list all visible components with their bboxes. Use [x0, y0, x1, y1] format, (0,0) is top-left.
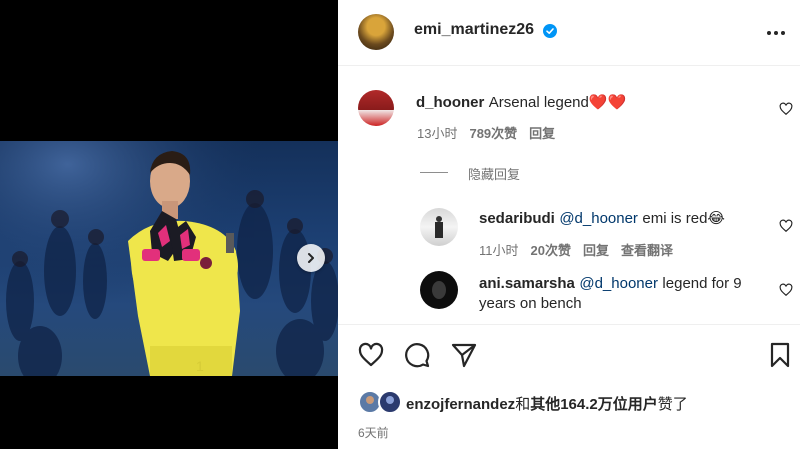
post-header: emi_martinez26 [338, 0, 800, 66]
media-panel: 1 [0, 0, 338, 449]
actions-divider [338, 324, 800, 325]
reply-like-heart-icon[interactable] [779, 283, 793, 297]
reply: sedaribudi @d_hooner emi is red😂 [479, 209, 725, 228]
post-photo: 1 [0, 141, 338, 376]
comment-text: Arsenal legend [488, 94, 589, 111]
reply-reply-button[interactable]: 回复 [583, 240, 609, 259]
other-likers-count[interactable]: 其他164.2万位用户 [530, 396, 658, 413]
reply-mention[interactable]: @d_hooner [579, 275, 658, 292]
reply-like-heart-icon[interactable] [779, 219, 793, 233]
avatar-figure [435, 216, 443, 238]
post-details-panel: emi_martinez26 d_hooner Arsenal legend❤️… [338, 0, 800, 449]
reply-username[interactable]: ani.samarsha [479, 275, 575, 292]
replies-divider [420, 172, 448, 173]
likes-suffix: 赞了 [657, 396, 688, 413]
bookmark-icon[interactable] [767, 342, 793, 368]
reply-time: 11小时 [479, 243, 519, 258]
goalkeeper-photo: 1 [0, 141, 338, 376]
reply-avatar[interactable] [420, 208, 458, 246]
see-translation-button[interactable]: 查看翻译 [621, 240, 673, 259]
reply-text: emi is red [642, 210, 708, 227]
comment-time: 13小时 [417, 126, 458, 141]
comment-meta: 13小时 789次赞 回复 [417, 123, 555, 142]
reply-avatar[interactable] [420, 271, 458, 309]
laugh-emoji: 😂 [707, 210, 725, 227]
svg-text:1: 1 [196, 358, 204, 374]
liker-avatars[interactable] [358, 390, 404, 414]
comment-username[interactable]: d_hooner [416, 94, 484, 111]
reply-likes[interactable]: 20次赞 [531, 240, 571, 259]
owner-username[interactable]: emi_martinez26 [414, 21, 534, 39]
verified-badge-icon [543, 24, 557, 38]
comment-avatar[interactable] [358, 90, 394, 126]
reply: ani.samarsha @d_hooner legend for 9 year… [479, 274, 759, 314]
chevron-right-icon [308, 253, 314, 263]
comment-icon[interactable] [404, 342, 430, 368]
reply-meta: 11小时 20次赞 回复 查看翻译 [479, 240, 673, 259]
more-options-icon[interactable] [766, 30, 786, 36]
post-timestamp[interactable]: 6天前 [358, 424, 389, 441]
comment-likes[interactable]: 789次赞 [469, 123, 517, 142]
hide-replies-button[interactable]: 隐藏回复 [468, 164, 520, 183]
reply-mention[interactable]: @d_hooner [559, 210, 638, 227]
first-liker-username[interactable]: enzojfernandez [406, 396, 515, 413]
heart-icon[interactable] [358, 342, 384, 368]
likes-summary: enzojfernandez和其他164.2万位用户赞了 [406, 393, 688, 414]
likes-joiner: 和 [515, 396, 531, 413]
comment-like-heart-icon[interactable] [779, 102, 793, 116]
reply-username[interactable]: sedaribudi [479, 210, 555, 227]
send-icon[interactable] [451, 342, 477, 368]
next-media-button[interactable] [297, 244, 325, 272]
comment-reply-button[interactable]: 回复 [529, 123, 555, 142]
avatar-figure [432, 281, 446, 299]
comment: d_hooner Arsenal legend❤️❤️ [416, 93, 626, 112]
heart-emoji: ❤️❤️ [588, 94, 627, 111]
owner-avatar[interactable] [358, 14, 394, 50]
